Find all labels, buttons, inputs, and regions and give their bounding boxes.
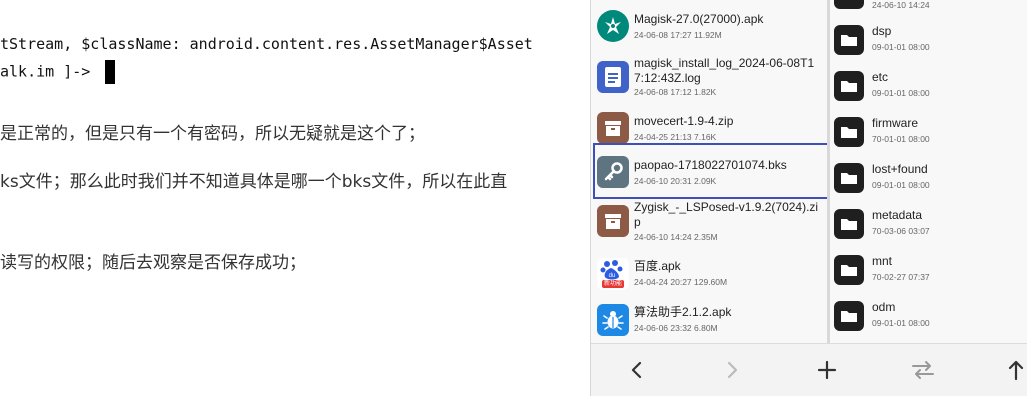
directory-name: etc [872, 70, 889, 84]
folder-icon [834, 255, 864, 285]
file-item[interactable]: magisk_install_log_2024-06-08T17:12:43Z.… [591, 54, 827, 104]
chevron-right-icon [727, 361, 738, 379]
terminal-cursor [105, 60, 116, 84]
file-meta: 24-06-10 14:24 2.35M [634, 232, 718, 242]
file-meta: 24-04-24 20:27 129.60M [634, 277, 728, 287]
up-directory-button[interactable] [996, 352, 1027, 388]
swap-icon [912, 361, 934, 379]
archive-icon [597, 112, 629, 144]
bottom-toolbar [591, 343, 1027, 396]
file-item[interactable]: 算法助手2.1.2.apk 24-06-06 23:32 6.80M [591, 298, 827, 342]
chevron-left-icon [631, 361, 642, 379]
directory-name: mnt [872, 254, 893, 268]
baidu-badge: 新功能 [601, 280, 624, 288]
file-name: movecert-1.9-4.zip [634, 114, 734, 128]
directory-item[interactable]: etc 09-01-01 08:00 [830, 66, 1027, 112]
plus-icon [817, 360, 837, 380]
folder-icon [834, 209, 864, 239]
bug-icon [597, 304, 629, 336]
paragraph-3: 读写的权限；随后去观察是否保存成功； [0, 253, 306, 273]
add-button[interactable] [807, 352, 847, 388]
file-meta: 24-04-25 21:13 7.16K [634, 132, 717, 142]
file-manager-screenshot: Magisk-27.0(27000).apk 24-06-08 17:27 11… [590, 0, 1027, 396]
file-item[interactable]: du 新功能 百度.apk 24-04-24 20:27 129.60M [591, 252, 827, 296]
code-line-2-text: alk.im ]-> [0, 62, 100, 81]
directory-meta: 09-01-01 08:00 [872, 88, 930, 98]
document-icon [597, 61, 629, 93]
arrow-up-icon [1008, 360, 1024, 381]
file-name: 算法助手2.1.2.apk [634, 305, 732, 319]
directory-name: metadata [872, 208, 923, 222]
directory-item[interactable]: lost+found 09-01-01 08:00 [830, 158, 1027, 204]
folder-icon [834, 71, 864, 101]
file-meta: 24-06-08 17:27 11.92M [634, 30, 722, 40]
directory-item[interactable]: metadata 70-03-06 03:07 [830, 204, 1027, 250]
folder-icon [834, 301, 864, 331]
directory-item[interactable]: firmware 70-01-01 08:00 [830, 112, 1027, 158]
archive-icon [597, 205, 629, 237]
directory-list-pane: 24-06-10 14:24 dsp 09-01-01 08:00 etc 09… [830, 0, 1027, 343]
selection-highlight [593, 143, 829, 199]
directory-meta: 09-01-01 08:00 [872, 318, 930, 328]
article-area: tStream, $className: android.content.res… [0, 0, 590, 396]
back-button[interactable] [617, 352, 657, 388]
folder-icon [834, 25, 864, 55]
file-name: magisk_install_log_2024-06-08T17:12:43Z.… [634, 56, 815, 85]
file-name: Zygisk_-_LSPosed-v1.9.2(7024).zip [634, 200, 819, 229]
file-meta: 24-06-06 23:32 6.80M [634, 323, 718, 333]
forward-button[interactable] [712, 352, 752, 388]
directory-name: firmware [872, 116, 919, 130]
directory-item[interactable]: odm 09-01-01 08:00 [830, 296, 1027, 342]
folder-icon [834, 163, 864, 193]
folder-icon [834, 117, 864, 147]
directory-meta: 09-01-01 08:00 [872, 180, 930, 190]
directory-meta: 70-03-06 03:07 [872, 226, 930, 236]
directory-item[interactable]: dsp 09-01-01 08:00 [830, 20, 1027, 66]
file-item[interactable]: Zygisk_-_LSPosed-v1.9.2(7024).zip 24-06-… [591, 198, 827, 248]
svg-text:du: du [609, 273, 616, 279]
directory-name: dsp [872, 24, 892, 38]
code-line-1: tStream, $className: android.content.res… [0, 35, 533, 53]
directory-meta: 09-01-01 08:00 [872, 42, 930, 52]
file-meta: 24-06-08 17:12 1.82K [634, 87, 717, 97]
directory-meta: 70-01-01 08:00 [872, 134, 930, 144]
paragraph-2: ks文件；那么此时我们并不知道具体是哪一个bks文件，所以在此直 [0, 172, 508, 192]
paragraph-1: 是正常的，但是只有一个有密码，所以无疑就是这个了； [0, 124, 425, 144]
folder-icon [834, 0, 864, 9]
directory-meta: 24-06-10 14:24 [872, 0, 930, 10]
file-name: Magisk-27.0(27000).apk [634, 12, 764, 26]
directory-meta: 70-02-27 07:37 [872, 272, 930, 282]
directory-item[interactable]: mnt 70-02-27 07:37 [830, 250, 1027, 296]
magisk-icon [597, 10, 629, 42]
code-line-2: alk.im ]-> [0, 60, 116, 84]
directory-name: odm [872, 300, 896, 314]
file-item[interactable]: Magisk-27.0(27000).apk 24-06-08 17:27 11… [591, 4, 827, 48]
baidu-icon: du 新功能 [597, 258, 629, 290]
swap-panes-button[interactable] [903, 352, 943, 388]
file-name: 百度.apk [634, 259, 681, 273]
directory-item[interactable]: 24-06-10 14:24 [830, 0, 1027, 20]
directory-name: lost+found [872, 162, 928, 176]
